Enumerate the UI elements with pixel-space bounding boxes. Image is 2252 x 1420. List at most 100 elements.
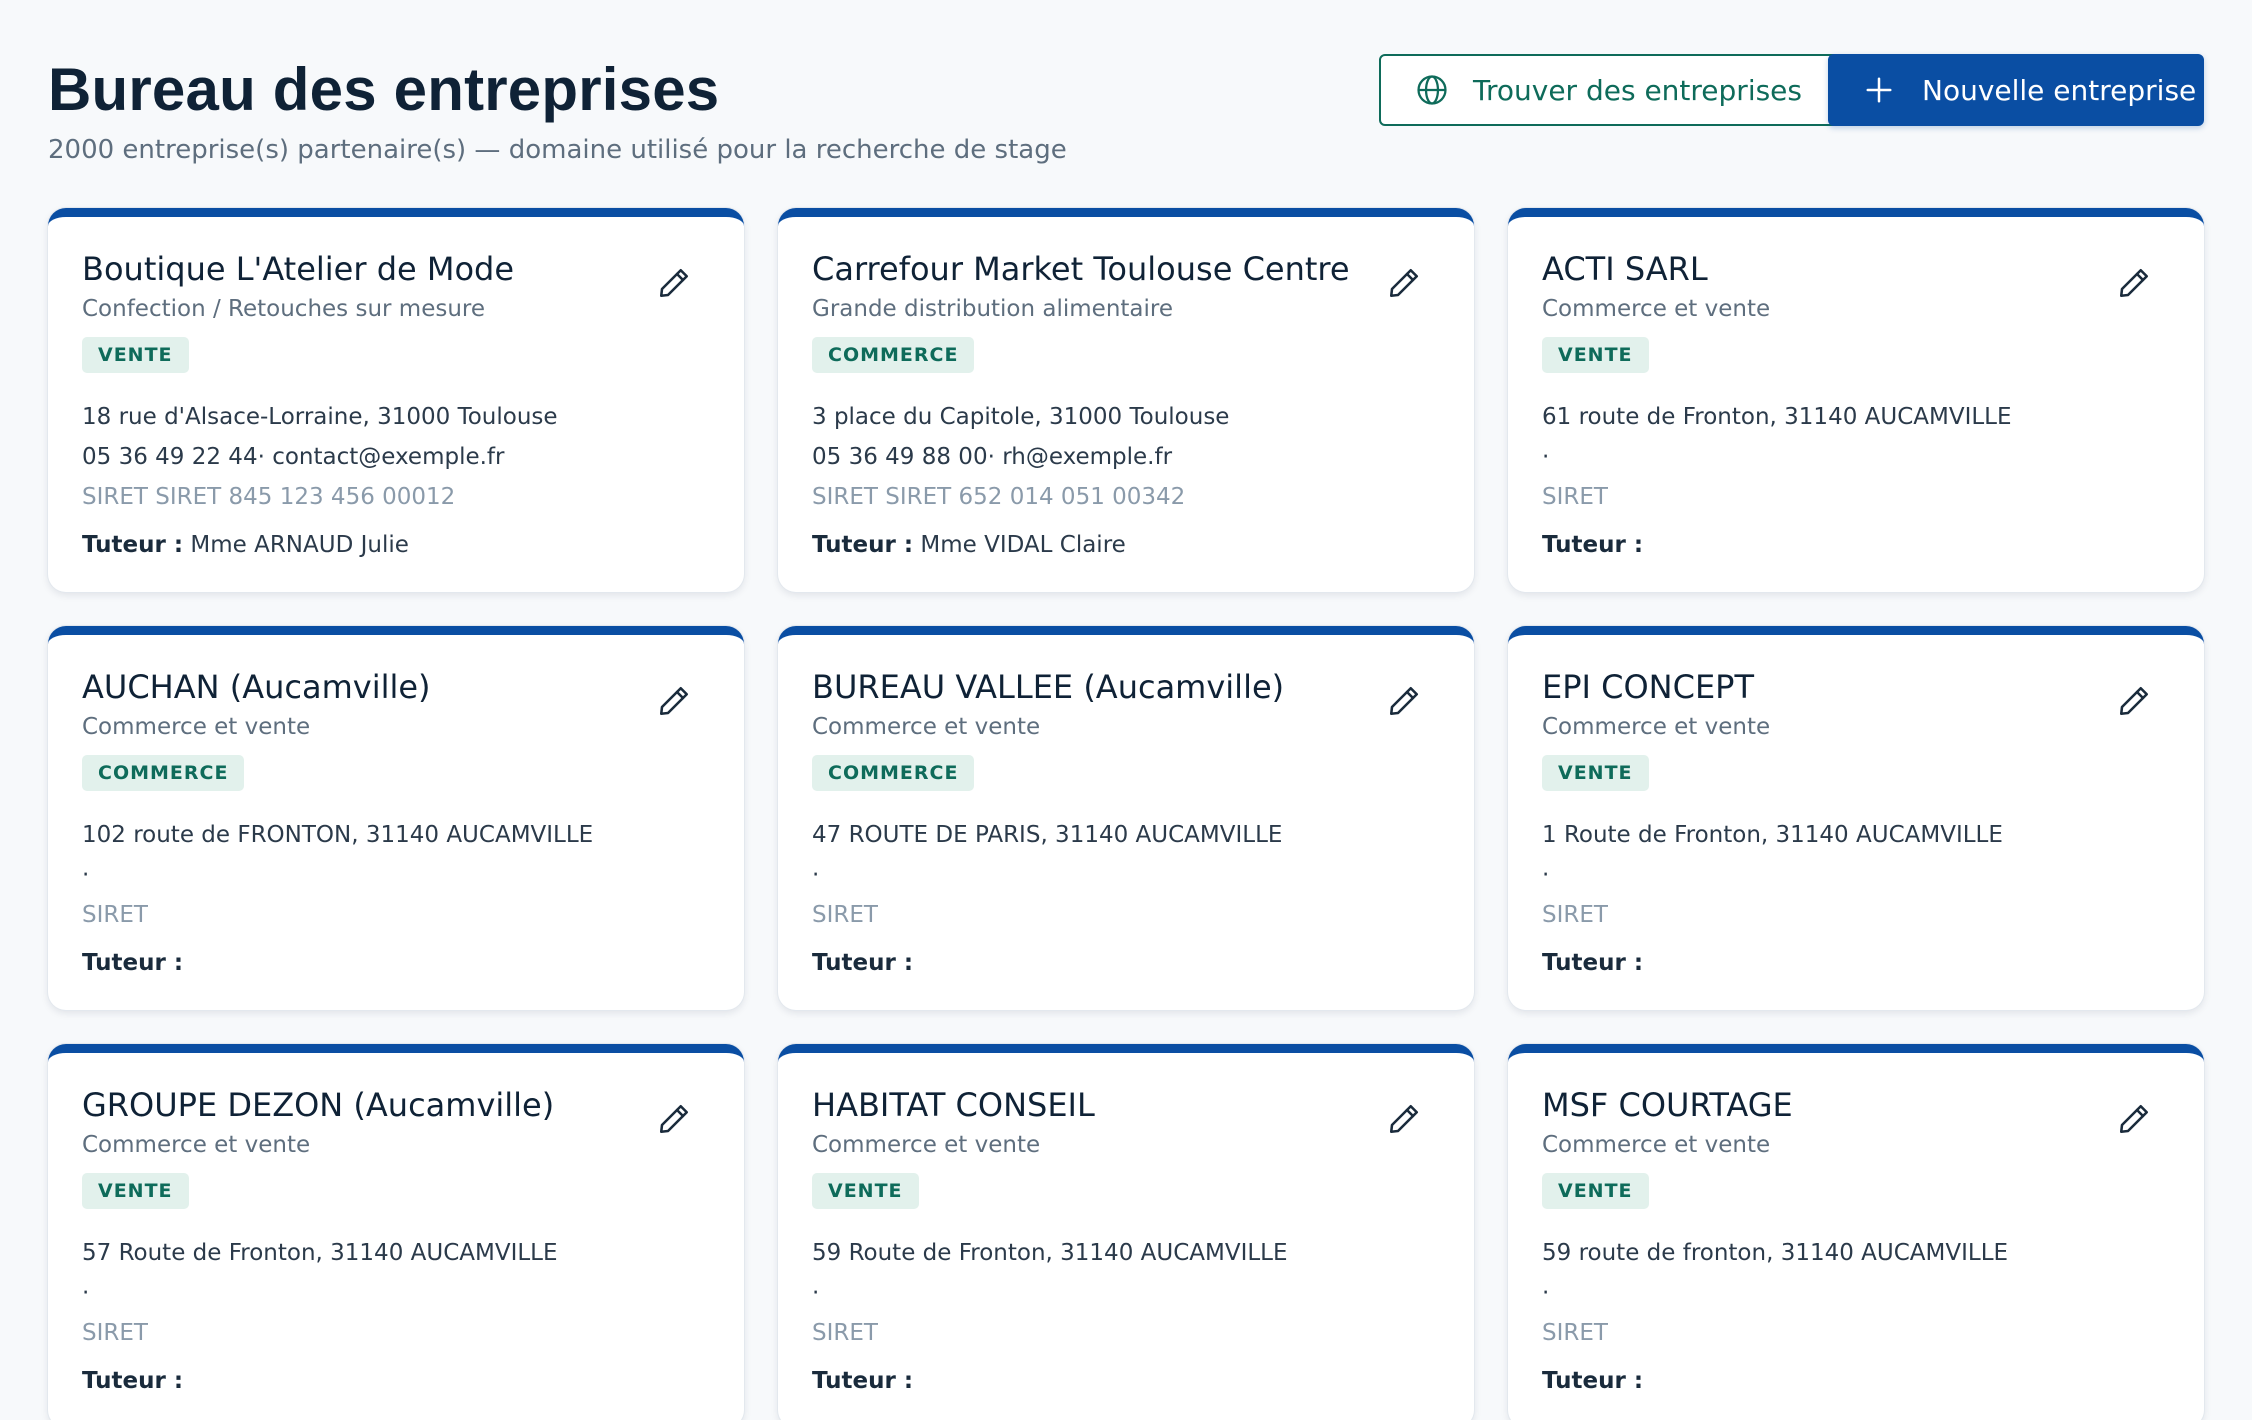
company-card[interactable]: HABITAT CONSEIL Commerce et vente VENTE … <box>778 1044 1474 1420</box>
company-card[interactable]: GROUPE DEZON (Aucamville) Commerce et ve… <box>48 1044 744 1420</box>
edit-pencil-icon[interactable] <box>656 683 692 719</box>
find-companies-label: Trouver des entreprises <box>1473 73 1802 107</box>
plus-icon <box>1866 77 1892 103</box>
company-address: 102 route de FRONTON, 31140 AUCAMVILLE <box>82 822 594 848</box>
company-siret: SIRET <box>1542 902 1608 928</box>
company-name: HABITAT CONSEIL <box>812 1086 1095 1124</box>
company-activity: Confection / Retouches sur mesure <box>82 296 486 322</box>
company-tutor: Tuteur : <box>82 943 710 983</box>
company-tutor: Tuteur : <box>1542 525 2170 565</box>
tutor-label: Tuteur : <box>82 532 184 558</box>
company-contact: 05 36 49 88 00· rh@exemple.fr <box>812 444 1173 470</box>
company-address: 61 route de Fronton, 31140 AUCAMVILLE <box>1542 404 2012 430</box>
company-address: 18 rue d'Alsace-Lorraine, 31000 Toulouse <box>82 404 558 430</box>
edit-pencil-icon[interactable] <box>2116 1101 2152 1137</box>
company-siret: SIRET <box>812 1320 878 1346</box>
company-name: Carrefour Market Toulouse Centre <box>812 250 1350 288</box>
company-name: MSF COURTAGE <box>1542 1086 1793 1124</box>
company-address: 1 Route de Fronton, 31140 AUCAMVILLE <box>1542 822 2003 848</box>
tutor-label: Tuteur : <box>1542 950 1644 976</box>
company-address: 59 route de fronton, 31140 AUCAMVILLE <box>1542 1240 2009 1266</box>
company-card[interactable]: AUCHAN (Aucamville) Commerce et vente CO… <box>48 626 744 1010</box>
tutor-label: Tuteur : <box>812 532 914 558</box>
company-tutor: Tuteur : <box>812 943 1440 983</box>
company-sector-badge: COMMERCE <box>812 755 975 791</box>
company-card[interactable]: Carrefour Market Toulouse Centre Grande … <box>778 208 1474 592</box>
tutor-name: Mme VIDAL Claire <box>920 532 1126 558</box>
company-contact: · <box>812 862 820 888</box>
company-activity: Commerce et vente <box>812 1132 1041 1158</box>
company-siret: SIRET SIRET 845 123 456 00012 <box>82 484 456 510</box>
company-siret: SIRET <box>812 902 878 928</box>
company-sector-badge: VENTE <box>1542 1173 1649 1209</box>
company-address: 47 ROUTE DE PARIS, 31140 AUCAMVILLE <box>812 822 1283 848</box>
tutor-label: Tuteur : <box>82 950 184 976</box>
company-name: AUCHAN (Aucamville) <box>82 668 431 706</box>
company-tutor: Tuteur : Mme VIDAL Claire <box>812 525 1440 565</box>
company-name: EPI CONCEPT <box>1542 668 1754 706</box>
company-card[interactable]: EPI CONCEPT Commerce et vente VENTE 1 Ro… <box>1508 626 2204 1010</box>
company-contact: · <box>812 1280 820 1306</box>
company-address: 57 Route de Fronton, 31140 AUCAMVILLE <box>82 1240 558 1266</box>
tutor-label: Tuteur : <box>812 950 914 976</box>
company-card[interactable]: MSF COURTAGE Commerce et vente VENTE 59 … <box>1508 1044 2204 1420</box>
company-card[interactable]: BUREAU VALLEE (Aucamville) Commerce et v… <box>778 626 1474 1010</box>
company-card[interactable]: ACTI SARL Commerce et vente VENTE 61 rou… <box>1508 208 2204 592</box>
company-sector-badge: VENTE <box>812 1173 919 1209</box>
company-tutor: Tuteur : Mme ARNAUD Julie <box>82 525 710 565</box>
company-card[interactable]: Boutique L'Atelier de Mode Confection / … <box>48 208 744 592</box>
tutor-label: Tuteur : <box>812 1368 914 1394</box>
edit-pencil-icon[interactable] <box>1386 1101 1422 1137</box>
company-sector-badge: VENTE <box>82 337 189 373</box>
company-name: BUREAU VALLEE (Aucamville) <box>812 668 1285 706</box>
tutor-label: Tuteur : <box>82 1368 184 1394</box>
edit-pencil-icon[interactable] <box>2116 683 2152 719</box>
company-name: Boutique L'Atelier de Mode <box>82 250 515 288</box>
company-name: GROUPE DEZON (Aucamville) <box>82 1086 555 1124</box>
company-siret: SIRET <box>82 902 148 928</box>
company-tutor: Tuteur : <box>82 1361 710 1401</box>
company-contact: · <box>82 862 90 888</box>
company-activity: Commerce et vente <box>812 714 1041 740</box>
company-tutor: Tuteur : <box>1542 943 2170 983</box>
company-tutor: Tuteur : <box>1542 1361 2170 1401</box>
tutor-label: Tuteur : <box>1542 532 1644 558</box>
globe-icon <box>1417 75 1447 105</box>
company-sector-badge: COMMERCE <box>812 337 975 373</box>
new-company-label: Nouvelle entreprise <box>1922 73 2197 107</box>
company-contact: · <box>1542 1280 1550 1306</box>
page-subtitle: 2000 entreprise(s) partenaire(s) — domai… <box>48 135 1067 165</box>
company-siret: SIRET <box>1542 1320 1608 1346</box>
company-sector-badge: VENTE <box>82 1173 189 1209</box>
company-sector-badge: COMMERCE <box>82 755 245 791</box>
company-siret: SIRET <box>82 1320 148 1346</box>
company-sector-badge: VENTE <box>1542 337 1649 373</box>
edit-pencil-icon[interactable] <box>656 1101 692 1137</box>
page: Bureau des entreprises 2000 entreprise(s… <box>0 0 2252 1420</box>
edit-pencil-icon[interactable] <box>1386 265 1422 301</box>
company-contact: · <box>82 1280 90 1306</box>
new-company-button[interactable]: Nouvelle entreprise <box>1828 54 2204 126</box>
company-contact: · <box>1542 862 1550 888</box>
page-header: Bureau des entreprises 2000 entreprise(s… <box>48 46 2204 176</box>
company-activity: Commerce et vente <box>1542 296 1771 322</box>
company-grid: Boutique L'Atelier de Mode Confection / … <box>48 208 2204 1420</box>
company-address: 59 Route de Fronton, 31140 AUCAMVILLE <box>812 1240 1288 1266</box>
edit-pencil-icon[interactable] <box>656 265 692 301</box>
company-activity: Commerce et vente <box>1542 714 1771 740</box>
tutor-name: Mme ARNAUD Julie <box>190 532 409 558</box>
company-tutor: Tuteur : <box>812 1361 1440 1401</box>
company-contact: · <box>1542 444 1550 470</box>
find-companies-button[interactable]: Trouver des entreprises <box>1379 54 1861 126</box>
company-siret: SIRET <box>1542 484 1608 510</box>
edit-pencil-icon[interactable] <box>2116 265 2152 301</box>
company-activity: Commerce et vente <box>82 714 311 740</box>
company-sector-badge: VENTE <box>1542 755 1649 791</box>
company-activity: Grande distribution alimentaire <box>812 296 1174 322</box>
company-activity: Commerce et vente <box>82 1132 311 1158</box>
company-activity: Commerce et vente <box>1542 1132 1771 1158</box>
company-siret: SIRET SIRET 652 014 051 00342 <box>812 484 1186 510</box>
company-name: ACTI SARL <box>1542 250 1708 288</box>
company-contact: 05 36 49 22 44· contact@exemple.fr <box>82 444 505 470</box>
edit-pencil-icon[interactable] <box>1386 683 1422 719</box>
